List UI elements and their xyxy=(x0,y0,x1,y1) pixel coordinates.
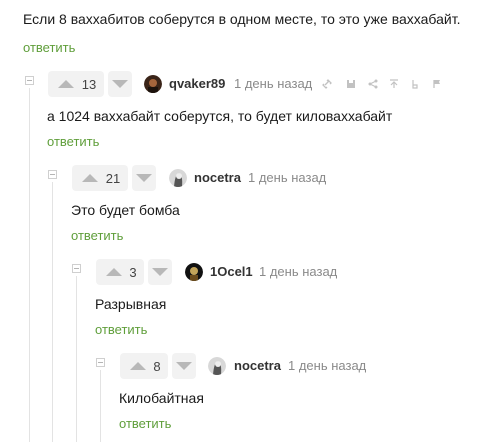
downvote-icon xyxy=(176,362,192,370)
author-nickname[interactable]: nocetra xyxy=(234,358,281,373)
vote-widget: 8 xyxy=(120,353,168,379)
downvote-icon xyxy=(136,174,152,182)
thread-line-4[interactable] xyxy=(100,370,101,442)
save-icon[interactable] xyxy=(346,79,356,89)
rating-value: 3 xyxy=(129,264,137,280)
upvote-icon[interactable] xyxy=(82,174,98,182)
reply-link[interactable]: ответить xyxy=(71,228,123,243)
share-icon[interactable] xyxy=(368,79,378,89)
vote-widget: 3 xyxy=(96,259,144,285)
reply-link[interactable]: ответить xyxy=(47,134,99,149)
flag-icon[interactable] xyxy=(432,79,442,89)
avatar[interactable] xyxy=(144,75,162,93)
author-nickname[interactable]: nocetra xyxy=(194,170,241,185)
vote-widget: 21 xyxy=(72,165,128,191)
comment-timestamp: 1 день назад xyxy=(259,264,338,279)
thread-line-2[interactable] xyxy=(52,182,53,442)
downvote-button[interactable] xyxy=(108,71,132,97)
parent-comment-text: Если 8 ваххабитов соберутся в одном мест… xyxy=(23,11,461,27)
avatar[interactable] xyxy=(185,263,203,281)
upvote-icon[interactable] xyxy=(58,80,74,88)
award-icon[interactable] xyxy=(410,79,420,89)
thread-line-3[interactable] xyxy=(76,276,77,442)
rating-value: 21 xyxy=(105,170,121,186)
author-nickname[interactable]: 1Ocel1 xyxy=(210,264,253,279)
rating-value: 8 xyxy=(153,358,161,374)
avatar[interactable] xyxy=(169,169,187,187)
downvote-icon xyxy=(112,80,128,88)
reply-link[interactable]: ответить xyxy=(119,416,171,431)
downvote-button[interactable] xyxy=(148,259,172,285)
comment-text: Разрывная xyxy=(95,296,167,312)
downvote-icon xyxy=(152,268,168,276)
vote-widget: 13 xyxy=(48,71,104,97)
downvote-button[interactable] xyxy=(172,353,196,379)
upvote-icon[interactable] xyxy=(130,362,146,370)
downvote-button[interactable] xyxy=(132,165,156,191)
collapse-button[interactable] xyxy=(48,170,57,179)
comment-timestamp: 1 день назад xyxy=(234,76,313,91)
collapse-button[interactable] xyxy=(96,358,105,367)
comment-timestamp: 1 день назад xyxy=(248,170,327,185)
comment-text: а 1024 ваххабайт соберутся, то будет кил… xyxy=(47,108,393,124)
thread-line-1[interactable] xyxy=(29,88,30,442)
pin-icon[interactable] xyxy=(389,79,399,89)
parent-reply-link[interactable]: ответить xyxy=(23,40,75,55)
link-icon[interactable] xyxy=(322,79,332,89)
collapse-button[interactable] xyxy=(72,264,81,273)
upvote-icon[interactable] xyxy=(106,268,122,276)
rating-value: 13 xyxy=(81,76,97,92)
comment-text: Это будет бомба xyxy=(71,202,180,218)
avatar[interactable] xyxy=(208,357,226,375)
author-nickname[interactable]: qvaker89 xyxy=(169,76,225,91)
collapse-button[interactable] xyxy=(25,76,34,85)
reply-link[interactable]: ответить xyxy=(95,322,147,337)
comment-timestamp: 1 день назад xyxy=(288,358,367,373)
comment-text: Килобайтная xyxy=(119,390,204,406)
